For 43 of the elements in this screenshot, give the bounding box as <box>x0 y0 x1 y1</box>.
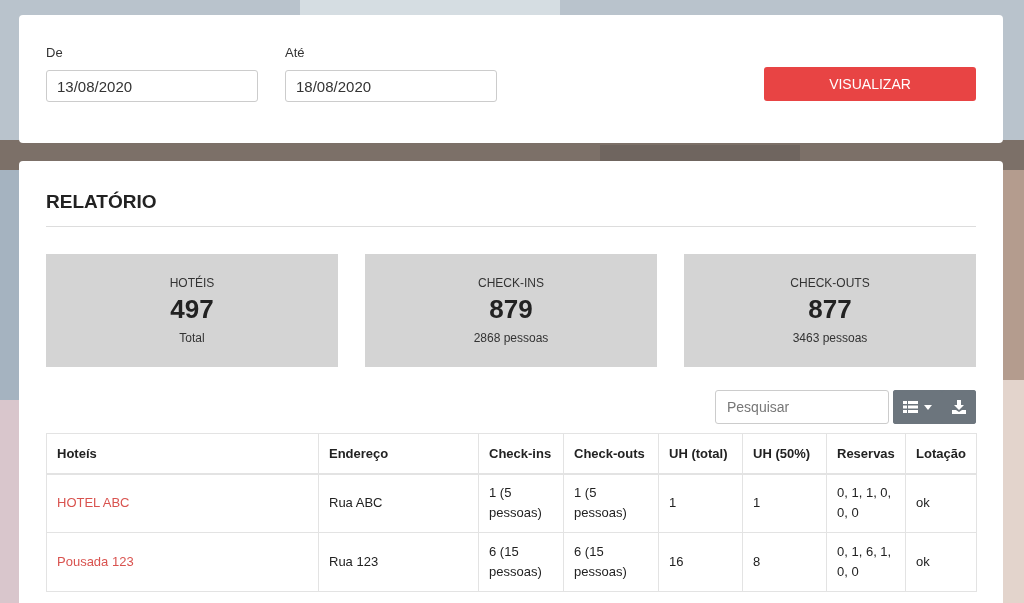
report-title: RELATÓRIO <box>46 191 976 227</box>
column-header: UH (total) <box>658 433 743 474</box>
stat-caption: 2868 pessoas <box>473 331 549 345</box>
stat-label: HOTÉIS <box>169 276 215 290</box>
table-cell: 8 <box>753 554 761 569</box>
date-field[interactable]: 18/08/2020 <box>285 70 497 102</box>
table-cell: 1 <box>753 495 761 511</box>
search-field[interactable]: Pesquisar <box>715 390 889 424</box>
list-icon <box>903 401 918 413</box>
hotel-link[interactable]: Pousada 123 <box>57 554 134 569</box>
table-cell: 0, 1, 1, 0, 0, 0 <box>837 485 892 521</box>
table-cell: ok <box>916 495 930 511</box>
field-label: De <box>46 45 64 60</box>
column-header: UH (50%) <box>742 433 827 474</box>
field-label: Até <box>285 45 306 60</box>
download-icon <box>952 400 966 414</box>
table-cell: 1 (5 pessoas) <box>489 485 542 521</box>
stat-value: 879 <box>489 294 533 325</box>
table-cell: ok <box>916 554 930 569</box>
stat-label: CHECK-OUTS <box>790 276 870 290</box>
column-header: Lotação <box>905 433 977 474</box>
caret-icon <box>924 404 932 410</box>
table-cell: 1 (5 pessoas) <box>574 485 627 521</box>
column-header: Check-ins <box>478 433 564 474</box>
hotel-link[interactable]: HOTEL ABC <box>57 495 130 511</box>
stat-label: CHECK-INS <box>478 276 544 290</box>
table-cell: Rua 123 <box>329 554 379 569</box>
view-button[interactable]: VISUALIZAR <box>764 67 976 101</box>
table-cell: 6 (15 pessoas) <box>574 544 627 579</box>
column-header: Hoteís <box>46 433 319 474</box>
column-header: Check-outs <box>563 433 659 474</box>
table-cell: 16 <box>669 554 684 569</box>
stat-caption: Total <box>179 331 205 345</box>
stat-caption: 3463 pessoas <box>792 331 868 345</box>
table-cell: 1 <box>669 495 677 511</box>
column-header: Reservas <box>826 433 906 474</box>
column-header: Endereço <box>318 433 479 474</box>
stat-value: 497 <box>170 294 214 325</box>
stat-value: 877 <box>808 294 852 325</box>
table-cell: 6 (15 pessoas) <box>489 544 542 579</box>
table-cell: 0, 1, 6, 1, 0, 0 <box>837 544 892 579</box>
table-cell: Rua ABC <box>329 495 383 511</box>
date-field[interactable]: 13/08/2020 <box>46 70 258 102</box>
